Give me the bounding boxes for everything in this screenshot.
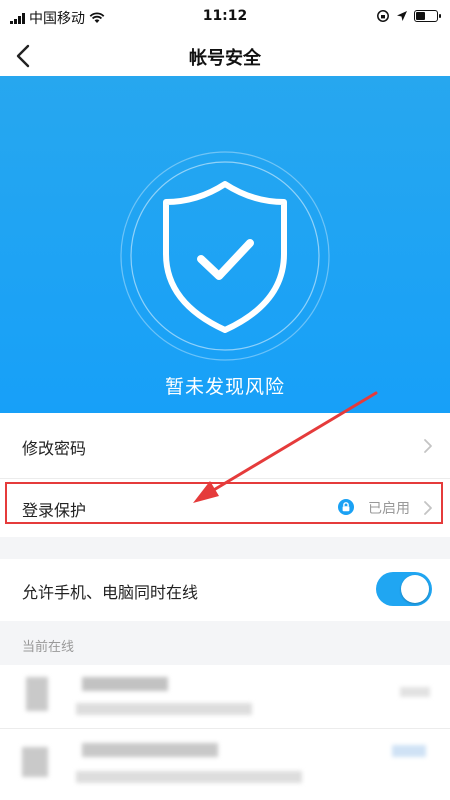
status-bar: 中国移动 11:12 [0, 0, 450, 36]
device-name-redacted [82, 743, 218, 757]
security-status-banner: 暂未发现风险 [0, 76, 450, 413]
login-protection-row[interactable]: 登录保护 已启用 [0, 479, 450, 537]
change-password-label: 修改密码 [22, 439, 87, 458]
page-title: 帐号安全 [189, 48, 261, 69]
device-detail-redacted [76, 771, 302, 783]
login-protection-label: 登录保护 [22, 501, 87, 520]
security-status-text: 暂未发现风险 [164, 376, 285, 398]
chevron-right-icon [424, 439, 432, 453]
device-icon [26, 677, 48, 711]
location-icon [397, 11, 407, 21]
toggle-knob [401, 575, 429, 603]
orientation-lock-icon [377, 10, 389, 22]
battery-icon [414, 10, 441, 22]
online-device-item[interactable] [0, 665, 450, 729]
status-icons [376, 9, 441, 23]
shield-check-icon [120, 151, 330, 361]
section-divider [0, 537, 450, 559]
simultaneous-online-row: 允许手机、电脑同时在线 [0, 559, 450, 621]
change-password-row[interactable]: 修改密码 [0, 413, 450, 479]
chevron-right-icon [424, 501, 432, 515]
nav-bar: 帐号安全 [0, 36, 450, 76]
login-protection-status: 已启用 [368, 501, 410, 517]
simultaneous-online-label: 允许手机、电脑同时在线 [22, 583, 199, 602]
device-detail-redacted [76, 703, 252, 715]
device-status-redacted [400, 687, 430, 697]
online-section-title: 当前在线 [22, 640, 75, 655]
device-icon [22, 747, 48, 777]
device-name-redacted [82, 677, 168, 691]
device-status-redacted [392, 745, 426, 757]
online-section-header: 当前在线 [0, 621, 450, 665]
online-device-item[interactable] [0, 729, 450, 800]
lock-icon [338, 499, 354, 515]
simultaneous-online-toggle[interactable] [376, 572, 432, 606]
